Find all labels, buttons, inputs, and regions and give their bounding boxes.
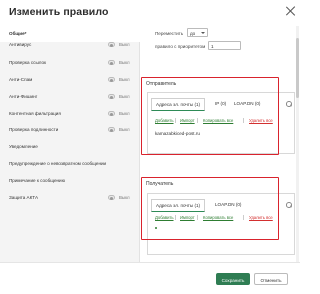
- move-select[interactable]: до: [187, 28, 208, 37]
- move-select-value: до: [190, 31, 196, 36]
- sidebar-item-notification[interactable]: Уведомление: [0, 139, 140, 155]
- sidebar-item-authenticity[interactable]: Проверка подлинности Выкл: [0, 122, 140, 138]
- cancel-button[interactable]: Отменить: [254, 273, 288, 285]
- scrollbar-thumb[interactable]: [296, 38, 299, 98]
- sidebar-item-antivirus[interactable]: Антивирус Выкл: [0, 37, 140, 53]
- recipient-highlight-box: [141, 177, 279, 240]
- priority-input[interactable]: 1: [208, 41, 241, 50]
- sidebar: Общие* Антивирус Выкл Проверка ссылок Вы…: [0, 26, 140, 262]
- dialog-footer: Сохранить Отменить: [0, 262, 300, 294]
- sidebar-item-label: Предупреждение о невозвратном сообщении: [9, 161, 107, 166]
- sidebar-item-content-filtering[interactable]: Контентная фильтрация Выкл: [0, 106, 140, 122]
- dialog-title: Изменить правило: [9, 6, 109, 18]
- dialog-header: Изменить правило: [0, 0, 300, 26]
- sidebar-item-label: Антивирус: [9, 42, 32, 47]
- search-icon[interactable]: [286, 101, 292, 107]
- sidebar-item-label: Уведомление: [9, 144, 38, 149]
- move-label: Переместить: [155, 31, 184, 36]
- toggle-switch[interactable]: [108, 94, 115, 99]
- search-icon[interactable]: [286, 202, 292, 208]
- priority-label: правило с приоритетом: [155, 44, 206, 49]
- save-button[interactable]: Сохранить: [216, 273, 250, 285]
- sidebar-item-label: Контентная фильтрация: [9, 111, 61, 116]
- toggle-switch[interactable]: [108, 42, 115, 47]
- sidebar-item-message-note[interactable]: Примечание к сообщению: [0, 173, 140, 189]
- sidebar-item-label: Анти-Спам: [9, 77, 33, 82]
- sidebar-item-non-delivery-warning[interactable]: Предупреждение о невозвратном сообщении: [0, 156, 140, 172]
- priority-input-value: 1: [211, 44, 214, 49]
- sidebar-item-label: Анти-Фишинг: [9, 94, 38, 99]
- toggle-label: Выкл: [119, 127, 130, 132]
- chevron-down-icon: [201, 31, 205, 34]
- toggle-switch[interactable]: [108, 127, 115, 132]
- toggle-label: Выкл: [119, 42, 130, 47]
- sidebar-item-antispam[interactable]: Анти-Спам Выкл: [0, 72, 140, 88]
- toggle-label: Выкл: [119, 111, 130, 116]
- toggle-switch[interactable]: [108, 111, 115, 116]
- toggle-label: Выкл: [119, 77, 130, 82]
- sidebar-item-label: Проверка ссылок: [9, 60, 47, 65]
- sidebar-item-akta-protection[interactable]: Защита АКТА Выкл: [0, 190, 140, 206]
- sidebar-item-link-check[interactable]: Проверка ссылок Выкл: [0, 55, 140, 71]
- toggle-switch[interactable]: [108, 60, 115, 65]
- toggle-switch[interactable]: [108, 77, 115, 82]
- toggle-label: Выкл: [119, 195, 130, 200]
- sidebar-item-label: Защита АКТА: [9, 195, 39, 200]
- toggle-switch[interactable]: [108, 195, 115, 200]
- sidebar-item-label: Проверка подлинности: [9, 127, 59, 132]
- close-icon[interactable]: [286, 6, 296, 16]
- sidebar-item-label: Примечание к сообщению: [9, 178, 66, 183]
- sender-highlight-box: [141, 77, 279, 155]
- toggle-label: Выкл: [119, 94, 130, 99]
- sidebar-item-label: Общие*: [9, 31, 27, 36]
- toggle-label: Выкл: [119, 60, 130, 65]
- sidebar-item-antiphishing[interactable]: Анти-Фишинг Выкл: [0, 89, 140, 105]
